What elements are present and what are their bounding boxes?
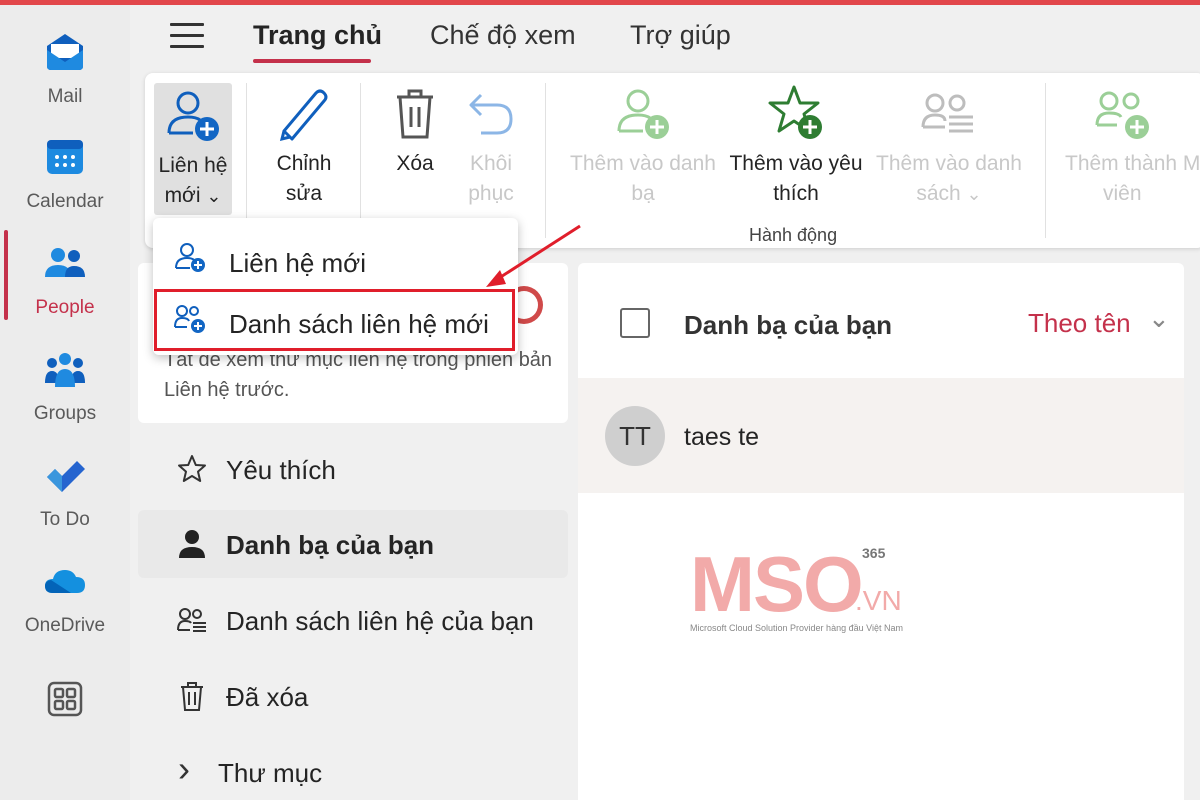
tab-help[interactable]: Trợ giúp <box>630 20 731 51</box>
menu-item-label: Liên hệ mới <box>229 248 367 278</box>
ribbon-separator <box>545 83 546 238</box>
rail-label: People <box>35 297 95 318</box>
menu-item-new-contact[interactable]: Liên hệ mới <box>153 226 518 286</box>
highlight-box <box>154 289 515 351</box>
logo-main-text: MSO <box>690 540 864 628</box>
delete-button[interactable]: Xóa <box>375 83 455 179</box>
ribbon-separator <box>360 83 361 238</box>
person-add-icon <box>167 91 219 141</box>
folder-label: Danh sách liên hệ của bạn <box>226 606 534 636</box>
person-add-green-icon <box>617 89 669 139</box>
edit-label-2: sửa <box>285 182 323 205</box>
chevron-right-icon: › <box>178 748 190 789</box>
new-contact-label-1: Liên hệ <box>158 154 228 177</box>
add-member-button[interactable]: Thêm thành M viên <box>1063 83 1200 209</box>
folder-label: Yêu thích <box>226 455 336 485</box>
people-icon <box>45 248 85 277</box>
add-to-list-label-1: Thêm vào danh <box>876 152 1022 175</box>
restore-button[interactable]: Khôi phục <box>451 83 531 209</box>
folder-label: Danh bạ của bạn <box>226 530 435 560</box>
restore-label-1: Khôi <box>469 152 513 175</box>
undo-icon <box>469 93 513 135</box>
apps-icon <box>47 681 83 717</box>
chevron-down-icon[interactable]: ⌄ <box>1148 303 1170 334</box>
rail-item-todo[interactable]: To Do <box>0 443 130 543</box>
folder-label: Thư mục <box>218 758 323 788</box>
contact-list-pane: Danh bạ của bạn Theo tên ⌄ TT taes te <box>578 263 1184 800</box>
chevron-down-icon: ⌄ <box>206 186 222 206</box>
logo-tagline: Microsoft Cloud Solution Provider hàng đ… <box>690 623 903 633</box>
rail-label: Groups <box>33 403 97 424</box>
folder-your-contacts[interactable]: Danh bạ của bạn <box>138 510 568 578</box>
rail-label: Calendar <box>26 191 104 212</box>
add-member-label-1: Thêm thành M <box>1065 152 1200 175</box>
add-to-favorites-label-2: thích <box>773 182 819 205</box>
folder-deleted[interactable]: Đã xóa <box>138 662 568 730</box>
add-to-list-label-2: sách <box>916 182 961 205</box>
logo-badge: 365 <box>862 545 886 561</box>
people-add-green-icon <box>1095 91 1149 139</box>
rail-label: To Do <box>40 509 90 530</box>
rail-item-calendar[interactable]: Calendar <box>0 125 130 225</box>
rail-item-apps[interactable] <box>0 667 130 767</box>
mso-logo: MSO 365 .VN Microsoft Cloud Solution Pro… <box>690 545 930 645</box>
rail-item-onedrive[interactable]: OneDrive <box>0 549 130 649</box>
select-all-checkbox[interactable] <box>620 308 650 338</box>
new-contact-label-2: mới <box>164 184 201 207</box>
add-to-contacts-button[interactable]: Thêm vào danh bạ <box>563 83 723 209</box>
avatar: TT <box>605 406 665 466</box>
add-member-label-2: viên <box>1103 182 1142 205</box>
tab-home[interactable]: Trang chủ <box>253 20 382 51</box>
calendar-icon <box>47 140 83 174</box>
add-to-contacts-label-1: Thêm vào danh <box>570 152 716 175</box>
folder-favorites[interactable]: Yêu thích <box>138 435 568 503</box>
star-icon <box>178 455 206 482</box>
add-to-favorites-label-1: Thêm vào yêu <box>729 152 863 175</box>
rail-item-mail[interactable]: Mail <box>0 20 130 120</box>
delete-label: Xóa <box>396 152 434 175</box>
todo-icon <box>47 461 85 492</box>
contact-list-icon <box>921 93 973 133</box>
folder-label: Đã xóa <box>226 682 309 712</box>
edit-button[interactable]: Chỉnh sửa <box>262 83 346 209</box>
top-nav: Trang chủ Chế độ xem Trợ giúp <box>130 5 1200 65</box>
edit-label-1: Chỉnh <box>276 152 332 175</box>
trash-icon <box>181 682 203 711</box>
ribbon-separator <box>246 83 247 238</box>
logo-domain: .VN <box>855 585 902 616</box>
hamburger-menu-icon[interactable] <box>170 23 204 49</box>
add-to-favorites-button[interactable]: Thêm vào yêu thích <box>725 83 867 209</box>
groups-icon <box>45 353 85 387</box>
rail-item-people[interactable]: People <box>0 231 130 331</box>
folder-folders[interactable]: › Thư mục <box>138 738 568 800</box>
person-add-icon <box>175 243 205 272</box>
group-label-actions: Hành động <box>749 225 838 245</box>
tab-view[interactable]: Chế độ xem <box>430 20 576 51</box>
app-rail: Mail Calendar People Groups To Do OneDri… <box>0 5 130 800</box>
ribbon-separator <box>1045 83 1046 238</box>
contact-name: taes te <box>684 423 760 451</box>
onedrive-icon <box>45 570 85 593</box>
active-tab-indicator <box>253 59 371 63</box>
star-add-icon <box>768 85 822 139</box>
sort-button[interactable]: Theo tên <box>1028 308 1131 339</box>
rail-label: Mail <box>47 86 83 107</box>
rail-label: OneDrive <box>24 615 106 636</box>
contact-list-icon <box>177 608 206 632</box>
person-icon <box>179 530 205 558</box>
list-title: Danh bạ của bạn <box>684 310 893 340</box>
pencil-icon <box>279 89 328 142</box>
trash-icon <box>397 89 433 139</box>
folder-your-contact-lists[interactable]: Danh sách liên hệ của bạn <box>138 586 568 654</box>
rail-item-groups[interactable]: Groups <box>0 337 130 437</box>
add-to-list-button[interactable]: Thêm vào danh sách ⌄ <box>869 83 1029 209</box>
new-contact-button[interactable]: Liên hệ mới ⌄ <box>154 83 232 215</box>
restore-label-2: phục <box>468 182 514 205</box>
contact-row[interactable]: TT taes te <box>578 378 1184 493</box>
chevron-down-icon: ⌄ <box>966 184 982 204</box>
add-to-contacts-label-2: bạ <box>631 182 655 205</box>
mail-icon <box>47 34 83 70</box>
